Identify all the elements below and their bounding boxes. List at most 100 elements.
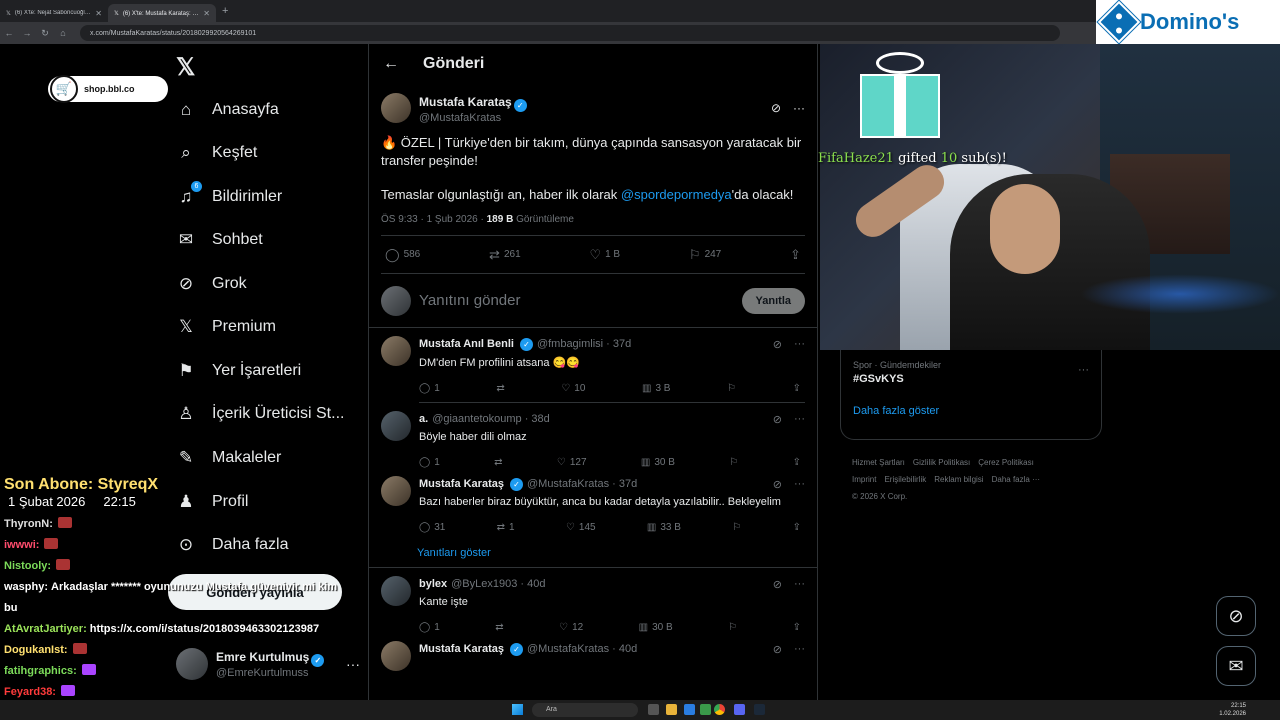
avatar[interactable] [381,576,411,606]
grok-icon[interactable]: ⊘ [771,101,781,115]
sidebar-item-articles[interactable]: ✎ Makaleler [176,438,281,478]
more-dots-icon[interactable]: ··· [794,478,805,491]
gift-sub-alert: FifaHaze21 gifted 10 sub(s)! [818,151,1007,166]
sidebar-item-home[interactable]: ⌂ Anasayfa [176,90,279,130]
reply-submit-button[interactable]: Yanıtla [741,287,805,314]
reply-post[interactable]: bylex @ByLex1903 · 40d ⊘ ··· Kante işte ◯ 1… [369,568,817,633]
author-name[interactable]: Mustafa Karataş [419,95,512,109]
back-arrow-icon[interactable]: ← [383,55,399,73]
reply-button[interactable]: ◯ 31 [419,522,445,533]
mail-icon: ✉ [1228,655,1244,676]
views-button[interactable]: ▥ 30 B [641,457,675,468]
trend-category: Spor · Gündemdekiler [853,360,942,370]
share-icon[interactable]: ⇪ [793,383,801,394]
grok-fab-button[interactable]: ⊘ [1216,596,1256,636]
sidebar-item-chat[interactable]: ✉ Sohbet [176,220,263,260]
back-icon[interactable]: ← [0,28,18,38]
bookmark-icon[interactable]: ⚐ [727,383,736,394]
author-handle[interactable]: @MustafaKratas [419,112,527,124]
grok-icon[interactable]: ⊘ [773,478,782,491]
url-input[interactable]: x.com/MustafaKaratas/status/201802992056… [80,25,1060,41]
like-button[interactable]: ♡ 10 [561,383,585,394]
reload-icon[interactable]: ↻ [36,28,54,39]
file-explorer-icon[interactable] [666,704,677,715]
views-button[interactable]: ▥ 30 B [639,622,673,633]
sidebar-item-explore[interactable]: ⌕ Keşfet [176,133,257,173]
chat-message: fatihgraphics: [4,661,344,682]
like-button[interactable]: ♡ 127 [557,457,587,468]
reply-button[interactable]: ◯ 586 [385,247,420,263]
steam-icon[interactable] [754,704,765,715]
views-button[interactable]: ▥ 3 B [642,383,670,394]
repost-button[interactable]: ⇄ [496,383,504,394]
repost-button[interactable]: ⇄ 1 [497,522,515,533]
x-logo-icon[interactable]: 𝕏 [176,53,195,82]
more-dots-icon[interactable]: ··· [1078,364,1089,376]
avatar[interactable] [381,336,411,366]
avatar[interactable] [381,476,411,506]
verified-icon: ✓ [509,477,523,491]
grok-icon[interactable]: ⊘ [773,578,782,591]
grok-icon[interactable]: ⊘ [773,338,782,351]
sidebar-item-grok[interactable]: ⊘ Grok [176,264,247,304]
bookmark-button[interactable]: ⚐ 247 [689,247,721,263]
more-dots-icon[interactable]: ··· [794,578,805,591]
like-button[interactable]: ♡ 145 [566,522,596,533]
discord-icon[interactable] [734,704,745,715]
repost-button[interactable]: ⇄ [495,622,503,633]
reply-button[interactable]: ◯ 1 [419,622,440,633]
taskbar-search[interactable]: Ara [532,703,638,717]
close-icon[interactable]: ✕ [95,9,102,18]
new-tab-button[interactable]: + [222,5,228,17]
grok-icon[interactable]: ⊘ [773,643,782,656]
more-dots-icon[interactable]: ··· [346,656,360,672]
browser-tab-active[interactable]: 𝕏(6) X'te: Mustafa Karataş: "🔥 ÖZEL...✕ [108,4,216,22]
reply-post[interactable]: Mustafa Karataş ✓ @MustafaKratas · 37d ⊘ ···… [369,468,817,533]
reply-button[interactable]: ◯ 1 [419,457,440,468]
app-icon[interactable] [700,704,711,715]
trend-item[interactable]: #GSvKYS [853,373,1089,385]
repost-button[interactable]: ⇄ 261 [489,247,521,263]
app-icon[interactable] [684,704,695,715]
more-dots-icon[interactable]: ··· [793,101,805,115]
system-clock[interactable]: 22:15 1.02.2026 [1219,702,1246,718]
mention-link[interactable]: @spordepormedya [621,187,732,202]
show-more-link[interactable]: Daha fazla göster [853,405,1089,417]
bookmark-icon[interactable]: ⚐ [729,457,738,468]
share-icon[interactable]: ⇪ [793,622,801,633]
forward-icon[interactable]: → [18,28,36,38]
like-button[interactable]: ♡ 12 [559,622,583,633]
more-dots-icon[interactable]: ··· [794,643,805,656]
reply-button[interactable]: ◯ 1 [419,383,440,394]
sidebar-item-premium[interactable]: 𝕏 Premium [176,307,276,347]
reply-post[interactable]: Mustafa Karataş ✓ @MustafaKratas · 40d ⊘ ··· [369,633,817,671]
avatar[interactable] [381,93,411,123]
more-dots-icon[interactable]: ··· [794,413,805,426]
share-icon[interactable]: ⇪ [793,522,801,533]
sidebar-item-creator-studio[interactable]: ♙ İçerik Üreticisi St... [176,394,344,434]
browser-tab[interactable]: 𝕏(6) X'te: Nejat Saboncuoğlu: "Gala...✕ [0,4,108,22]
reply-input[interactable]: Yanıtını gönder [419,292,734,309]
chrome-icon[interactable] [714,704,725,715]
views-button[interactable]: ▥ 33 B [647,522,681,533]
avatar[interactable] [381,641,411,671]
share-button[interactable]: ⇪ [790,247,801,263]
show-replies-link[interactable]: Yanıtları göster [369,533,817,567]
more-dots-icon[interactable]: ··· [794,338,805,351]
avatar[interactable] [381,411,411,441]
home-icon[interactable]: ⌂ [54,28,72,38]
windows-start-icon[interactable] [512,704,523,715]
close-icon[interactable]: ✕ [203,9,210,18]
share-icon[interactable]: ⇪ [793,457,801,468]
sidebar-item-notifications[interactable]: ♫ 6 Bildirimler [176,177,282,217]
reply-post[interactable]: a. @giaantetokoump · 38d ⊘ ··· Böyle haber … [369,403,817,468]
repost-button[interactable]: ⇄ [494,457,502,468]
like-button[interactable]: ♡ 1 B [589,247,620,263]
reply-post[interactable]: Mustafa Anıl Benli ✓ @fmbagimlisi · 37d ⊘ ··… [369,328,817,403]
bookmark-icon[interactable]: ⚐ [732,522,741,533]
messages-fab-button[interactable]: ✉ [1216,646,1256,686]
grok-icon[interactable]: ⊘ [773,413,782,426]
sidebar-item-bookmarks[interactable]: ⚑ Yer İşaretleri [176,351,301,391]
task-view-icon[interactable] [648,704,659,715]
bookmark-icon[interactable]: ⚐ [728,622,737,633]
